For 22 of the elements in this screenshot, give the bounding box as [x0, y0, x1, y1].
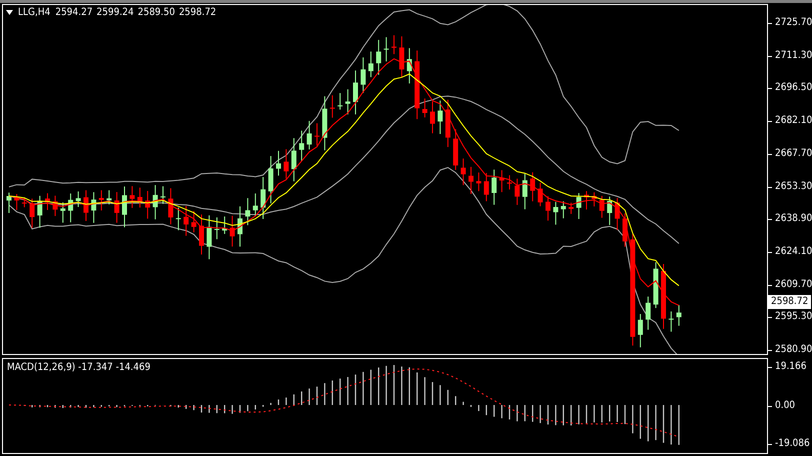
- ohlc-value: 2589.50: [138, 7, 175, 18]
- price-axis-label: 2725.70: [775, 17, 812, 29]
- price-axis-label: 2682.10: [775, 115, 812, 128]
- price-axis-label: 2696.50: [775, 82, 812, 94]
- macd-axis-label: 0.00: [775, 400, 796, 412]
- ohlc-value: 2599.24: [96, 7, 134, 18]
- macd-axis-label: 19.166: [775, 361, 806, 373]
- ohlc-value: 2598.72: [178, 7, 216, 18]
- price-axis-label: 2580.90: [775, 344, 812, 356]
- macd-axis-label: -19.086: [775, 438, 810, 450]
- price-axis-label: 2624.10: [775, 246, 812, 258]
- price-axis-label: 2595.30: [775, 311, 812, 324]
- macd-label: MACD(12,26,9) -17.347 -14.469: [7, 362, 150, 373]
- price-axis-label: 2667.70: [775, 148, 812, 160]
- price-axis-label: 2609.70: [775, 278, 812, 291]
- symbol-label: LLG,H4: [18, 7, 50, 18]
- dropdown-caret-icon[interactable]: [6, 10, 13, 15]
- price-axis-label: 2711.30: [775, 50, 812, 62]
- price-axis-label: 2638.90: [775, 213, 812, 226]
- current-price-badge: 2598.72: [768, 295, 812, 309]
- ohlc-value: 2594.27: [55, 7, 93, 18]
- price-axis-label: 2653.30: [775, 180, 812, 192]
